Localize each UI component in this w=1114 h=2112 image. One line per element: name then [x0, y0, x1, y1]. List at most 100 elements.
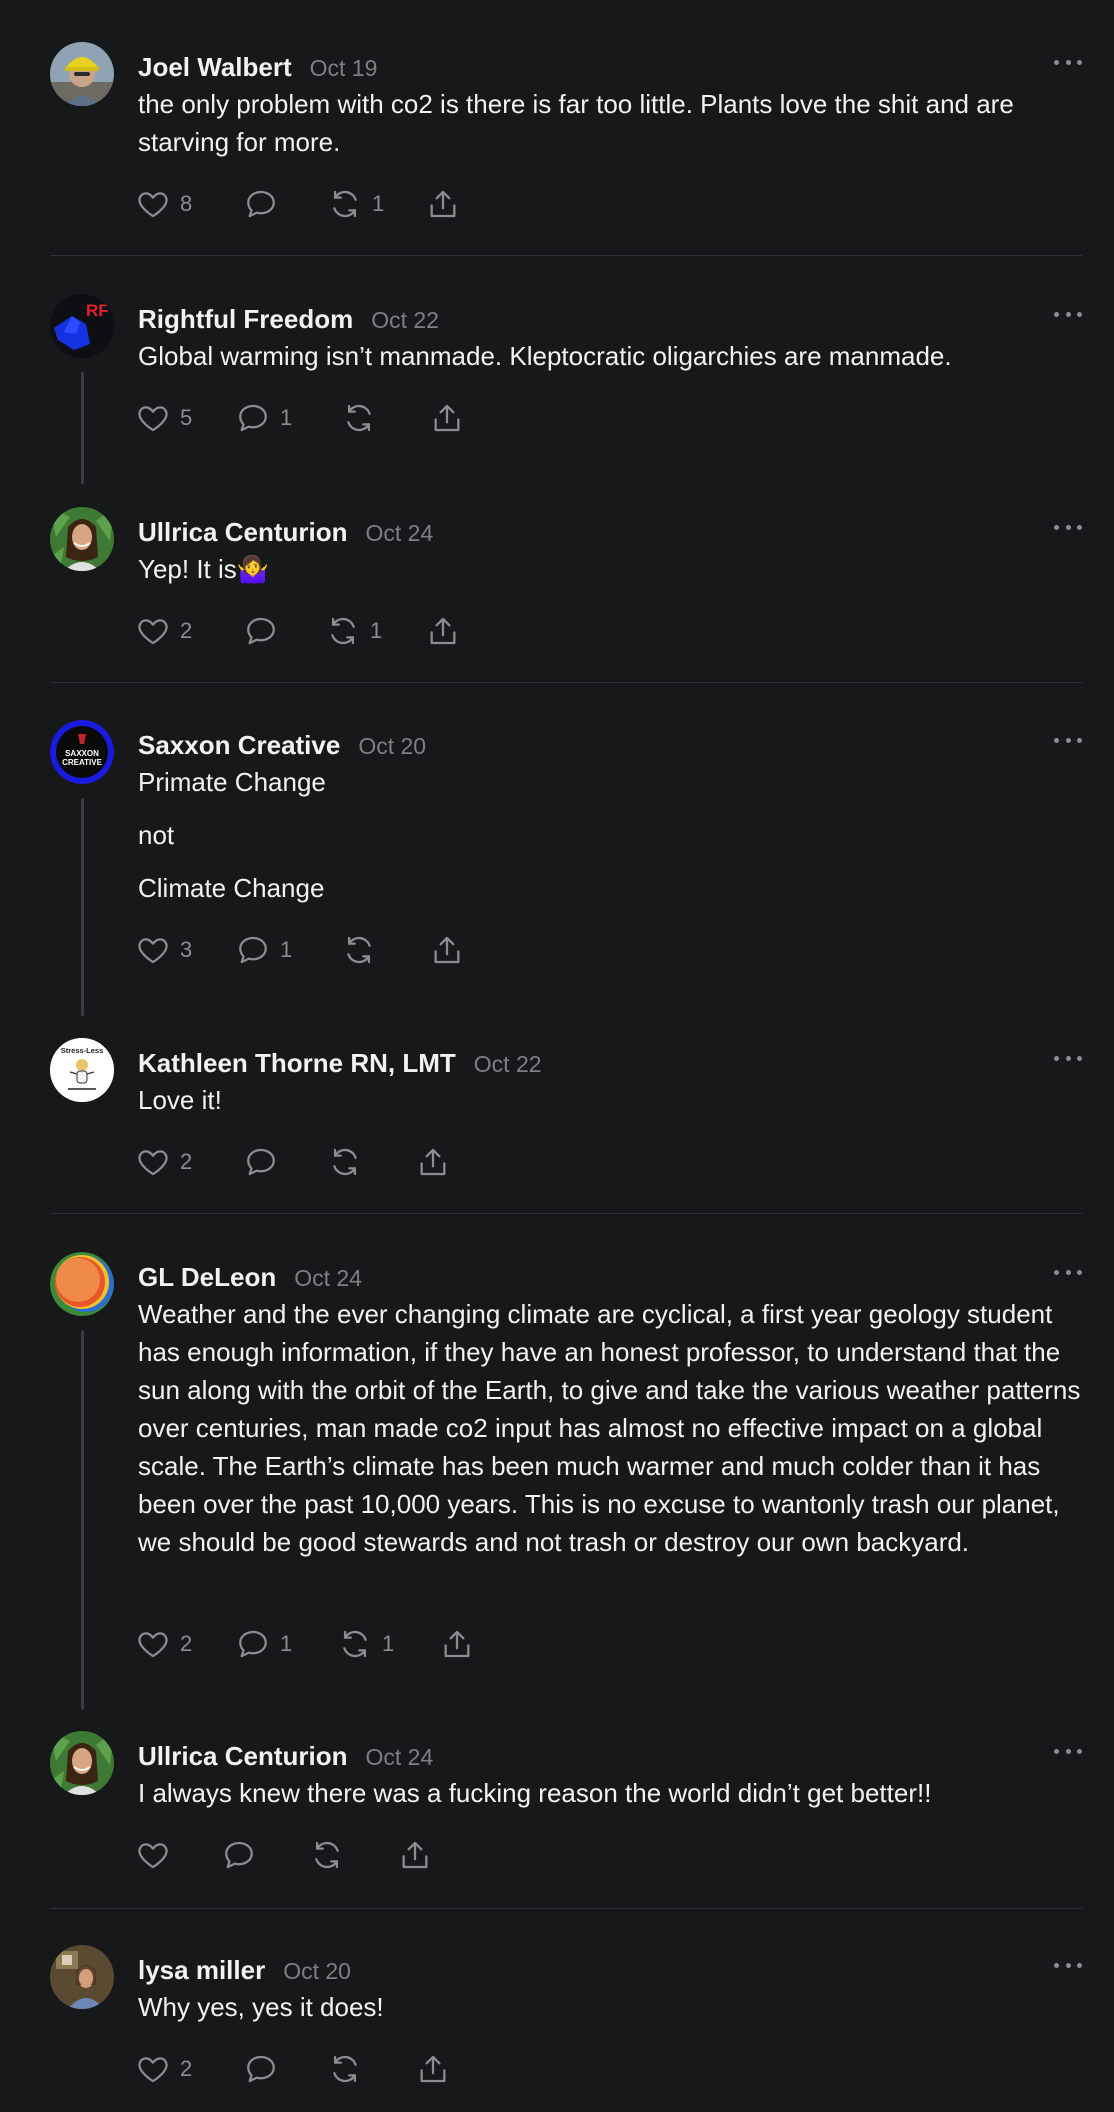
comment-text: I always knew there was a fucking reason…	[138, 1778, 932, 1808]
comment-body: Why yes, yes it does!	[138, 1988, 1088, 2026]
like-button[interactable]: 2	[136, 2051, 192, 2087]
comment-text: Global warming isn’t manmade. Kleptocrat…	[138, 341, 952, 371]
author-name[interactable]: Joel Walbert	[138, 52, 292, 83]
share-button[interactable]	[430, 400, 464, 436]
heart-icon	[138, 938, 168, 964]
comment-header: Joel Walbert Oct 19	[138, 52, 377, 83]
more-dots-icon[interactable]	[1054, 521, 1082, 533]
share-upload-icon	[444, 1630, 470, 1658]
like-button[interactable]: 2	[136, 1144, 192, 1180]
repost-button[interactable]: 1	[326, 613, 382, 649]
repost-arrows-icon	[333, 190, 357, 218]
comment-text: the only problem with co2 is there is fa…	[138, 89, 1014, 157]
heart-icon	[138, 2057, 168, 2083]
reply-button[interactable]	[222, 1837, 266, 1873]
reply-button[interactable]	[244, 1144, 288, 1180]
author-name[interactable]: Kathleen Thorne RN, LMT	[138, 1048, 456, 1079]
comment-header: Rightful Freedom Oct 22	[138, 304, 439, 335]
thread-connector	[81, 372, 84, 484]
reply-button[interactable]: 1	[236, 1626, 292, 1662]
author-name[interactable]: GL DeLeon	[138, 1262, 276, 1293]
comment-date: Oct 24	[365, 1744, 434, 1770]
author-name[interactable]: Saxxon Creative	[138, 730, 340, 761]
repost-button[interactable]	[310, 1837, 354, 1873]
like-button[interactable]: 2	[136, 613, 192, 649]
share-button[interactable]	[416, 2051, 450, 2087]
like-count: 5	[180, 405, 193, 430]
avatar[interactable]	[50, 507, 114, 571]
comment-date: Oct 24	[365, 520, 434, 546]
like-button[interactable]: 3	[136, 932, 192, 968]
comment-body: Love it!	[138, 1081, 1088, 1119]
repost-button[interactable]	[342, 932, 386, 968]
author-name[interactable]: Ullrica Centurion	[138, 517, 347, 548]
share-button[interactable]	[430, 932, 464, 968]
repost-button[interactable]	[328, 2051, 372, 2087]
share-button[interactable]	[416, 1144, 450, 1180]
author-name[interactable]: lysa miller	[138, 1955, 265, 1986]
comment-text: not	[138, 820, 175, 850]
more-dots-icon[interactable]	[1054, 1052, 1082, 1064]
like-count: 2	[180, 1149, 193, 1174]
like-button[interactable]: 2	[136, 1626, 192, 1662]
reply-button[interactable]	[244, 613, 288, 649]
repost-button[interactable]	[342, 400, 386, 436]
avatar[interactable]: Stress-Less	[50, 1038, 114, 1102]
like-count: 2	[180, 2056, 193, 2081]
share-button[interactable]	[440, 1626, 474, 1662]
reply-button[interactable]: 1	[236, 932, 292, 968]
more-dots-icon[interactable]	[1054, 1266, 1082, 1278]
comment-date: Oct 22	[371, 307, 439, 333]
like-count: 2	[180, 1631, 193, 1656]
repost-count: 1	[370, 618, 383, 643]
like-count: 8	[180, 191, 193, 216]
thread-connector	[81, 1330, 84, 1710]
repost-button[interactable]: 1	[328, 186, 384, 222]
comment-text: Climate Change	[138, 873, 325, 903]
avatar[interactable]: SAXXON CREATIVE	[50, 720, 114, 784]
reply-button[interactable]	[244, 2051, 288, 2087]
speech-bubble-icon	[239, 404, 267, 432]
comment-date: Oct 20	[358, 733, 427, 759]
reply-button[interactable]: 1	[236, 400, 292, 436]
divider	[50, 1908, 1082, 1909]
heart-icon	[138, 192, 168, 218]
heart-icon	[138, 1150, 168, 1176]
reply-count: 1	[280, 405, 293, 430]
share-upload-icon	[402, 1841, 428, 1869]
author-name[interactable]: Ullrica Centurion	[138, 1741, 347, 1772]
reply-button[interactable]	[244, 186, 288, 222]
more-dots-icon[interactable]	[1054, 734, 1082, 746]
speech-bubble-icon	[239, 936, 267, 964]
more-dots-icon[interactable]	[1054, 1745, 1082, 1757]
more-dots-icon[interactable]	[1054, 1959, 1082, 1971]
avatar[interactable]	[50, 42, 114, 106]
more-dots-icon[interactable]	[1054, 308, 1082, 320]
repost-count: 1	[372, 191, 385, 216]
heart-icon	[138, 406, 168, 432]
author-name[interactable]: Rightful Freedom	[138, 304, 353, 335]
comment-body: Yep! It is🤷‍♀️	[138, 550, 1088, 588]
share-button[interactable]	[426, 613, 460, 649]
speech-bubble-icon	[247, 2055, 275, 2083]
repost-arrows-icon	[343, 1630, 367, 1658]
avatar[interactable]	[50, 1252, 114, 1316]
repost-button[interactable]	[328, 1144, 372, 1180]
repost-button[interactable]: 1	[338, 1626, 394, 1662]
avatar-logo-text: CREATIVE	[62, 758, 103, 767]
share-button[interactable]	[398, 1837, 432, 1873]
share-upload-icon	[430, 617, 456, 645]
more-dots-icon[interactable]	[1054, 56, 1082, 68]
avatar[interactable]	[50, 1945, 114, 2009]
avatar-logo-text: RF	[86, 301, 109, 320]
like-button[interactable]: 5	[136, 400, 192, 436]
share-upload-icon	[434, 936, 460, 964]
avatar[interactable]: RF	[50, 294, 114, 358]
repost-arrows-icon	[347, 936, 371, 964]
avatar[interactable]	[50, 1731, 114, 1795]
share-button[interactable]	[426, 186, 460, 222]
share-upload-icon	[420, 2055, 446, 2083]
like-button[interactable]	[136, 1837, 180, 1873]
reply-count: 1	[280, 937, 293, 962]
like-button[interactable]: 8	[136, 186, 192, 222]
